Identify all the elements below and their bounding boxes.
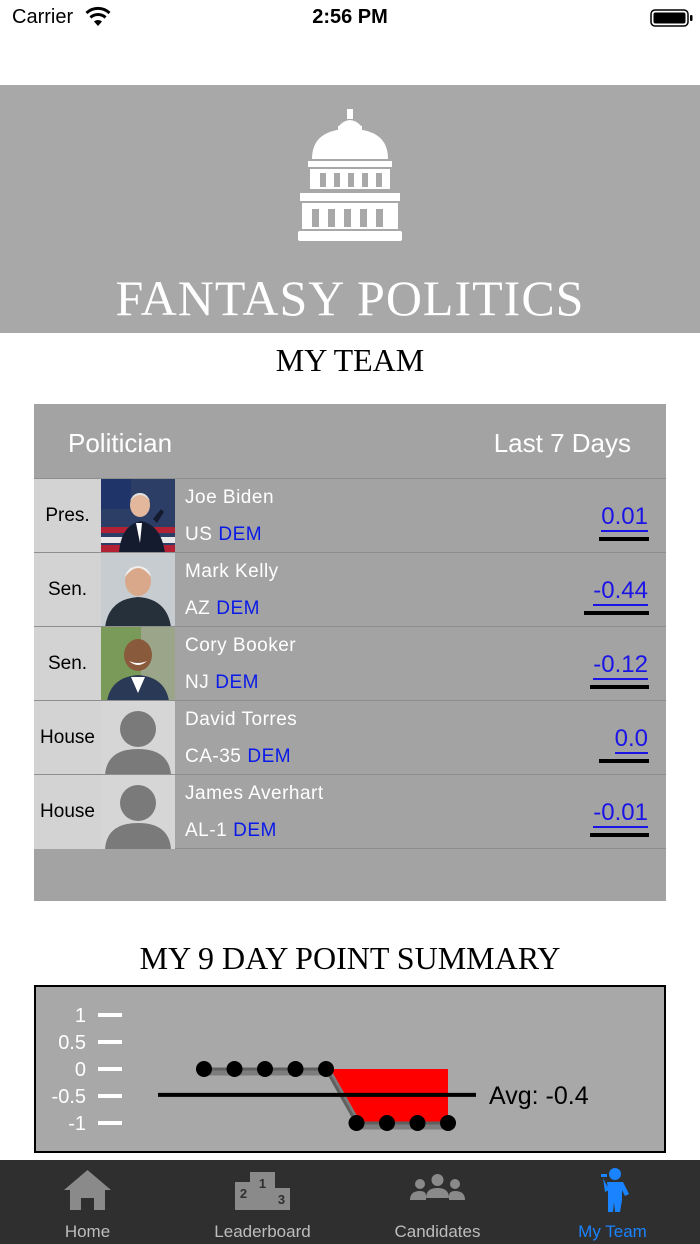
- politician-state: US DEM: [185, 524, 262, 546]
- office-label: Sen.: [34, 553, 101, 627]
- average-label: Avg: -0.4: [489, 1082, 589, 1110]
- score-value: -0.12: [593, 651, 648, 680]
- app-header: FANTASY POLITICS: [0, 85, 700, 333]
- tab-home[interactable]: Home: [0, 1160, 175, 1244]
- data-point: [348, 1115, 365, 1131]
- team-row[interactable]: House David Torres CA-35 DEM 0.0: [34, 700, 666, 775]
- tab-label: Home: [64, 1222, 111, 1241]
- tab-bar: Home 1 2 3 Leaderboard Candidates My Tea…: [0, 1160, 700, 1244]
- y-tick-label: 1: [75, 1005, 86, 1027]
- data-point: [318, 1061, 334, 1077]
- office-label: House: [34, 701, 101, 775]
- y-tick-mark: [98, 1040, 122, 1044]
- politician-state: NJ DEM: [185, 672, 259, 694]
- data-point: [196, 1061, 212, 1077]
- battery-icon: [650, 9, 693, 27]
- column-header-politician: Politician: [68, 428, 173, 458]
- score-value: 0.0: [614, 725, 648, 754]
- data-point: [287, 1061, 304, 1077]
- home-icon: [64, 1170, 111, 1210]
- state-label: CA-35: [185, 746, 242, 767]
- summary-title: MY 9 DAY POINT SUMMARY: [139, 940, 561, 976]
- y-tick-label: 0: [75, 1059, 86, 1081]
- politician-name: Joe Biden: [185, 487, 275, 508]
- tab-label: Candidates: [394, 1222, 481, 1241]
- office-label: Pres.: [34, 479, 101, 553]
- score-underline: [590, 685, 649, 689]
- state-label: NJ: [185, 672, 210, 693]
- data-point: [409, 1115, 426, 1131]
- y-tick-mark: [98, 1013, 122, 1017]
- score-value: -0.01: [593, 799, 648, 828]
- avatar-placeholder-icon: [101, 775, 175, 849]
- svg-text:2: 2: [240, 1186, 247, 1201]
- politician-name: Cory Booker: [185, 635, 297, 656]
- party-label: DEM: [247, 746, 292, 767]
- state-label: AL-1: [185, 820, 228, 841]
- summary-chart-svg: 1 0.5 0 -0.5 -1 Avg: -0.4: [52, 1005, 589, 1135]
- score-underline: [590, 833, 649, 837]
- y-tick-mark: [98, 1067, 122, 1071]
- office-label: Sen.: [34, 627, 101, 701]
- tab-leaderboard[interactable]: 1 2 3 Leaderboard: [175, 1160, 350, 1244]
- team-row[interactable]: Pres. Joe Biden US DEM 0.01: [34, 478, 666, 553]
- svg-text:1: 1: [259, 1176, 266, 1191]
- y-tick-label: -1: [68, 1113, 86, 1135]
- score-underline: [599, 759, 649, 763]
- podium-icon: 1 2 3: [235, 1172, 290, 1210]
- politician-name: David Torres: [185, 709, 298, 730]
- group-icon: [410, 1174, 465, 1200]
- my-team-title: MY TEAM: [275, 342, 425, 378]
- team-row[interactable]: Sen. Cory Booker NJ DEM -0.12: [34, 626, 666, 701]
- team-row[interactable]: Sen. Mark Kelly AZ DEM -0.44: [34, 552, 666, 627]
- app-title: FANTASY POLITICS: [115, 270, 585, 326]
- capitol-building-icon: [298, 109, 402, 241]
- status-bar: Carrier 2:56 PM: [0, 0, 700, 40]
- party-label: DEM: [216, 598, 261, 619]
- politician-state: CA-35 DEM: [185, 746, 291, 768]
- state-label: AZ: [185, 598, 211, 619]
- politician-state: AZ DEM: [185, 598, 260, 620]
- politician-photo: [101, 627, 175, 701]
- score-underline: [599, 537, 649, 541]
- data-point: [257, 1061, 273, 1077]
- score-value: 0.01: [601, 503, 648, 532]
- person-icon: [601, 1168, 629, 1212]
- y-tick-label: -0.5: [52, 1086, 86, 1108]
- tab-my-team[interactable]: My Team: [525, 1160, 700, 1244]
- politician-name: James Averhart: [185, 783, 324, 804]
- tab-candidates[interactable]: Candidates: [350, 1160, 525, 1244]
- data-point: [440, 1115, 456, 1131]
- party-label: DEM: [233, 820, 277, 841]
- y-tick-mark: [98, 1094, 122, 1098]
- score-value: -0.44: [593, 577, 648, 606]
- status-time: 2:56 PM: [312, 6, 388, 28]
- politician-photo: [101, 553, 175, 627]
- data-point: [379, 1115, 395, 1131]
- y-tick-mark: [98, 1121, 122, 1125]
- tab-label: Leaderboard: [214, 1222, 311, 1241]
- politician-state: AL-1 DEM: [185, 820, 277, 842]
- office-label: House: [34, 775, 101, 849]
- team-table: Politician Last 7 Days Pres. Joe Biden U…: [34, 404, 666, 901]
- point-summary-chart: 1 0.5 0 -0.5 -1 Avg: -0.4: [34, 985, 666, 1153]
- tab-label: My Team: [578, 1222, 647, 1241]
- data-point: [226, 1061, 243, 1077]
- party-label: DEM: [218, 524, 263, 545]
- avatar-placeholder-icon: [101, 701, 175, 775]
- column-header-last-7-days: Last 7 Days: [493, 428, 631, 458]
- team-row[interactable]: House James Averhart AL-1 DEM -0.01: [34, 774, 666, 849]
- svg-text:3: 3: [278, 1192, 285, 1207]
- y-tick-label: 0.5: [58, 1032, 86, 1054]
- score-underline: [584, 611, 649, 615]
- state-label: US: [185, 524, 213, 545]
- politician-photo: [101, 479, 175, 553]
- party-label: DEM: [215, 672, 259, 693]
- politician-name: Mark Kelly: [185, 561, 279, 582]
